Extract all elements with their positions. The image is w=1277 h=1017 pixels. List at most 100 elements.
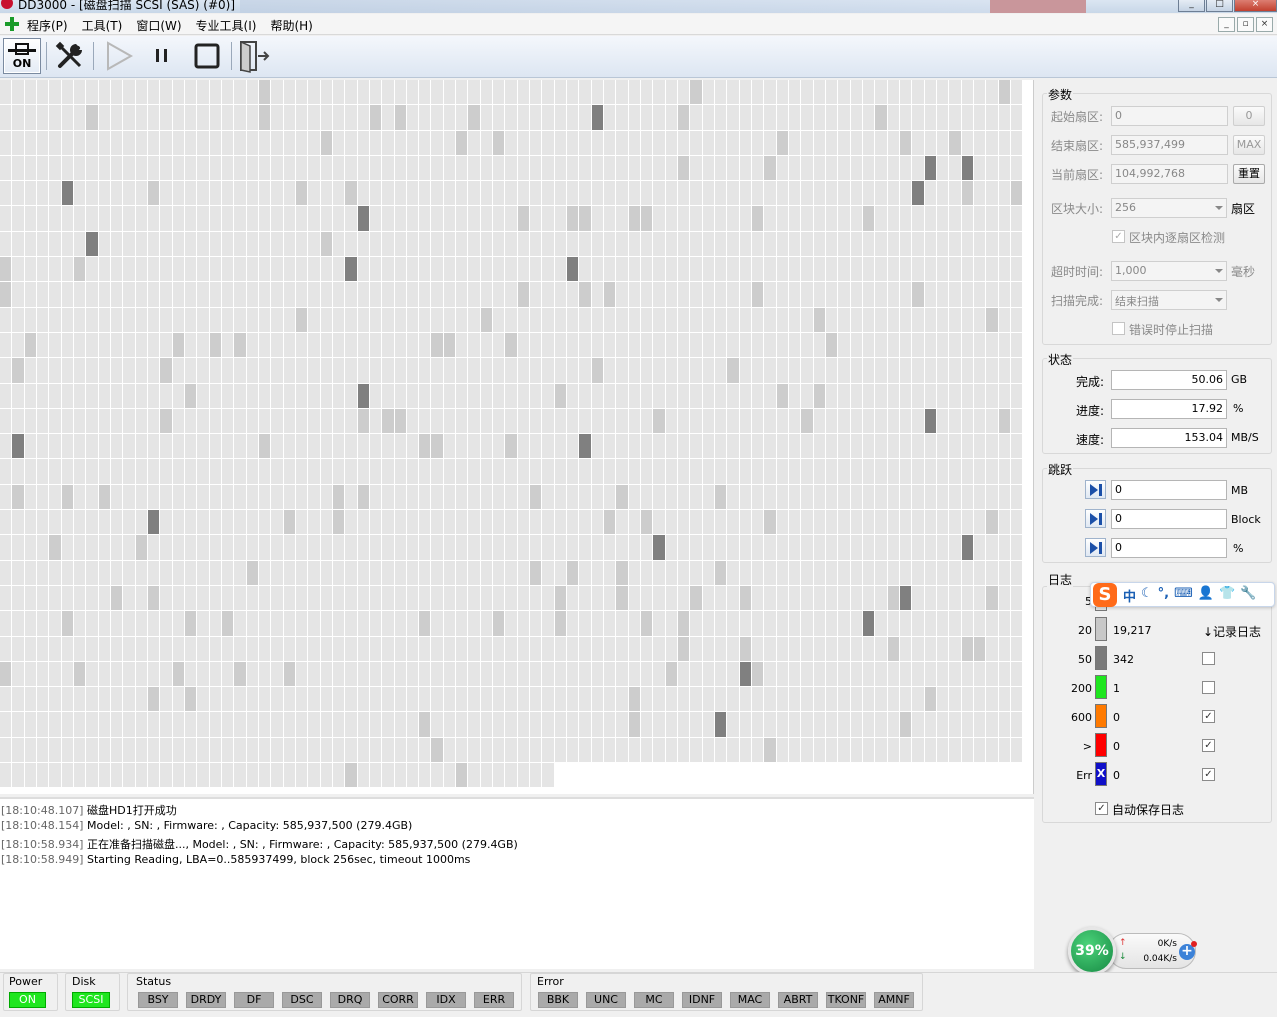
start-zero-button[interactable]: 0 [1233, 106, 1265, 126]
jump-mb-button[interactable] [1085, 480, 1106, 499]
timeout-select[interactable]: 1,000 [1111, 261, 1227, 281]
scan-block [554, 181, 568, 207]
scan-block [406, 383, 420, 409]
scan-block [825, 257, 839, 283]
scan-block [838, 712, 851, 738]
max-button[interactable]: MAX [1233, 135, 1265, 155]
scan-block [554, 737, 568, 764]
scan-block [961, 611, 974, 637]
ime-skin-icon[interactable]: 👕 [1219, 586, 1235, 605]
scan-block [147, 763, 161, 789]
scan-block [850, 80, 863, 106]
scan-block [616, 257, 629, 283]
stop-on-error-checkbox[interactable] [1112, 322, 1125, 335]
mdi-minimize-button[interactable]: _ [1218, 17, 1235, 32]
upload-speed: 0K/s [1157, 939, 1177, 949]
ime-chinese-icon[interactable]: 中 [1123, 586, 1136, 605]
exit-button[interactable] [236, 38, 272, 74]
legend-err-checkbox[interactable]: ✓ [1202, 768, 1215, 781]
menu-program[interactable]: 程序(P) [27, 17, 68, 34]
start-sector-input[interactable]: 0 [1111, 106, 1228, 126]
scan-block [789, 206, 802, 232]
close-button[interactable]: × [1234, 0, 1277, 12]
scan-block [727, 434, 740, 460]
menu-tools[interactable]: 工具(T) [82, 17, 123, 34]
legend-swatch-600 [1095, 704, 1107, 728]
network-monitor[interactable]: ↑ 0K/s ↓ 0.04K/s + 39% [1068, 927, 1198, 975]
scan-block [246, 535, 259, 561]
menu-help[interactable]: 帮助(H) [270, 17, 312, 34]
plus-icon[interactable]: + [1179, 941, 1197, 960]
scan-block [579, 181, 592, 207]
scan-block [801, 80, 814, 106]
scan-block [357, 408, 370, 435]
scan-block [936, 130, 950, 156]
legend-50-checkbox[interactable] [1202, 652, 1215, 665]
current-sector-input[interactable]: 104,992,768 [1111, 164, 1228, 184]
scan-block [246, 484, 259, 511]
scan-block [480, 282, 494, 308]
scan-block [591, 510, 605, 536]
autosave-checkbox[interactable]: ✓ [1095, 802, 1108, 815]
scan-block [616, 231, 629, 258]
scan-block [604, 611, 617, 637]
scan-block [838, 130, 851, 156]
tools-button[interactable] [52, 38, 88, 74]
scan-block [752, 611, 765, 637]
maximize-button[interactable]: □ [1206, 0, 1233, 12]
scan-block [961, 332, 974, 359]
scan-block [1010, 332, 1024, 359]
scan-block [295, 484, 309, 511]
scan-block [308, 206, 321, 232]
start-button[interactable] [101, 38, 137, 74]
block-size-select[interactable]: 256 [1111, 198, 1227, 218]
ime-keyboard-icon[interactable]: ⌨ [1174, 586, 1193, 605]
scan-block [357, 712, 370, 738]
scan-block [567, 484, 580, 511]
scan-block [850, 763, 863, 789]
scan-block [604, 661, 617, 688]
mdi-restore-button[interactable]: ▫ [1237, 17, 1254, 32]
legend-gt-checkbox[interactable]: ✓ [1202, 739, 1215, 752]
legend-600-checkbox[interactable]: ✓ [1202, 710, 1215, 723]
scan-block [542, 434, 555, 460]
jump-block-input[interactable]: 0 [1111, 509, 1227, 529]
ime-punct-icon[interactable]: °, [1158, 586, 1169, 605]
jump-pct-input[interactable]: 0 [1111, 538, 1227, 558]
scan-block [12, 611, 25, 637]
ime-settings-icon[interactable]: 🔧 [1240, 586, 1256, 605]
scan-block [468, 155, 481, 182]
scan-finish-select[interactable]: 结束扫描 [1111, 290, 1227, 310]
jump-block-button[interactable] [1085, 509, 1106, 528]
menu-pro-tools[interactable]: 专业工具(I) [196, 17, 257, 34]
scan-block [702, 510, 716, 536]
scan-block [160, 231, 173, 258]
scan-block [86, 105, 99, 131]
scan-block [715, 231, 728, 258]
pause-button[interactable] [145, 38, 181, 74]
scan-block [875, 510, 888, 536]
minimize-button[interactable]: _ [1178, 0, 1205, 12]
sector-check-checkbox[interactable]: ✓ [1112, 230, 1125, 243]
end-sector-input[interactable]: 585,937,499 [1111, 135, 1228, 155]
scan-block [357, 307, 370, 333]
scan-block [628, 434, 642, 460]
menu-window[interactable]: 窗口(W) [136, 17, 181, 34]
reset-button[interactable]: 重置 [1233, 164, 1265, 184]
scan-block [949, 661, 962, 688]
ime-user-icon[interactable]: 👤 [1198, 586, 1214, 605]
scan-block [678, 712, 691, 738]
power-on-button[interactable]: ON [3, 38, 41, 74]
plus-icon[interactable] [5, 17, 19, 31]
scan-block [369, 206, 383, 232]
drq-indicator: DRQ [330, 992, 370, 1008]
ime-moon-icon[interactable]: ☾ [1141, 586, 1153, 605]
scan-block [49, 712, 62, 738]
stop-button[interactable] [189, 38, 225, 74]
ime-toolbar[interactable]: S 中 ☾ °, ⌨ 👤 👕 🔧 [1090, 582, 1275, 607]
jump-pct-button[interactable] [1085, 538, 1106, 557]
scan-block [493, 459, 506, 485]
legend-200-checkbox[interactable] [1202, 681, 1215, 694]
mdi-close-button[interactable]: × [1256, 17, 1273, 32]
jump-mb-input[interactable]: 0 [1111, 480, 1227, 500]
